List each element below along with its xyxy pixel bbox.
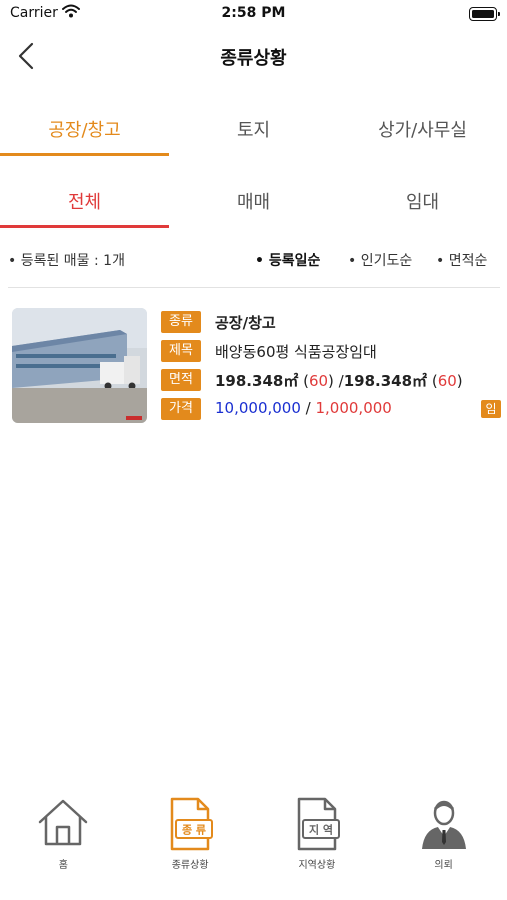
area-paren-open-2: ( (427, 372, 438, 390)
type-value: 공장/창고 (215, 314, 276, 332)
region-doc-icon-text: 지 역 (309, 823, 333, 837)
status-time: 2:58 PM (221, 5, 286, 21)
tab-store-office[interactable]: 상가/사무실 (338, 100, 507, 156)
divider (8, 287, 500, 288)
person-icon (421, 800, 466, 849)
price-deposit: 10,000,000 (215, 399, 301, 417)
type-doc-icon: 종 류 (170, 797, 214, 851)
area-tag: 면적 (161, 369, 201, 391)
sort-by-date[interactable]: • 등록일순 (255, 250, 320, 270)
title-value: 배양동60평 식품공장임대 (215, 343, 377, 361)
area-main-2: 198.348㎡ (343, 372, 428, 390)
price-separator: / (300, 399, 316, 417)
listing-count: • 등록된 매물 : 1개 (8, 253, 125, 269)
listing-photo (12, 308, 147, 423)
deal-type-tabs: 전체 매매 임대 (0, 172, 507, 228)
type-tag: 종류 (161, 311, 201, 333)
battery-icon (469, 7, 500, 21)
bottom-tab-bar: 홈 종 류 종류상황 지 역 지역상황 의뢰 (0, 790, 507, 900)
region-doc-icon: 지 역 (297, 797, 340, 851)
navigation-bar: 종류상황 (0, 30, 507, 82)
bottom-tab-type-status[interactable]: 종 류 종류상황 (127, 790, 254, 900)
title-tag: 제목 (161, 340, 201, 362)
tab-lease[interactable]: 임대 (338, 172, 507, 228)
bottom-tab-request-label: 의뢰 (434, 860, 453, 871)
tab-factory-warehouse[interactable]: 공장/창고 (0, 100, 169, 156)
bottom-tab-home-label: 홈 (58, 860, 68, 871)
area-pyeong-2: 60 (437, 372, 457, 390)
area-pyeong-1: 60 (308, 372, 329, 390)
bottom-tab-region-status-label: 지역상황 (298, 860, 336, 871)
page-title: 종류상황 (220, 48, 287, 69)
area-value: 198.348㎡ (60) /198.348㎡ (60) (215, 370, 463, 391)
price-value: 10,000,000 / 1,000,000 (215, 399, 392, 417)
type-doc-icon-text: 종 류 (182, 824, 206, 837)
bottom-tab-home[interactable]: 홈 (0, 790, 127, 900)
tab-sale[interactable]: 매매 (169, 172, 338, 228)
status-bar: Carrier 2:58 PM (0, 0, 507, 30)
sort-by-area[interactable]: • 면적순 (436, 250, 487, 270)
tab-all[interactable]: 전체 (0, 172, 169, 228)
listing-item[interactable]: 종류 공장/창고 제목 배양동60평 식품공장임대 면적 198.348㎡ (6… (0, 308, 507, 428)
bottom-tab-type-status-label: 종류상황 (171, 860, 209, 871)
area-separator: / (333, 372, 344, 390)
area-paren-open-1: ( (298, 372, 309, 390)
price-tag: 가격 (161, 398, 201, 420)
category-tabs: 공장/창고 토지 상가/사무실 (0, 100, 507, 156)
bottom-tab-request[interactable]: 의뢰 (380, 790, 507, 900)
filter-row: • 등록된 매물 : 1개 • 등록일순 • 인기도순 • 면적순 (0, 246, 507, 274)
area-paren-close-2: ) (456, 372, 463, 390)
price-monthly: 1,000,000 (315, 399, 392, 417)
bottom-tab-region-status[interactable]: 지 역 지역상황 (254, 790, 381, 900)
lease-badge: 임 (481, 400, 501, 418)
home-icon (39, 799, 88, 846)
tab-land[interactable]: 토지 (169, 100, 338, 156)
area-main-1: 198.348㎡ (215, 372, 299, 390)
sort-by-popularity[interactable]: • 인기도순 (348, 250, 412, 270)
